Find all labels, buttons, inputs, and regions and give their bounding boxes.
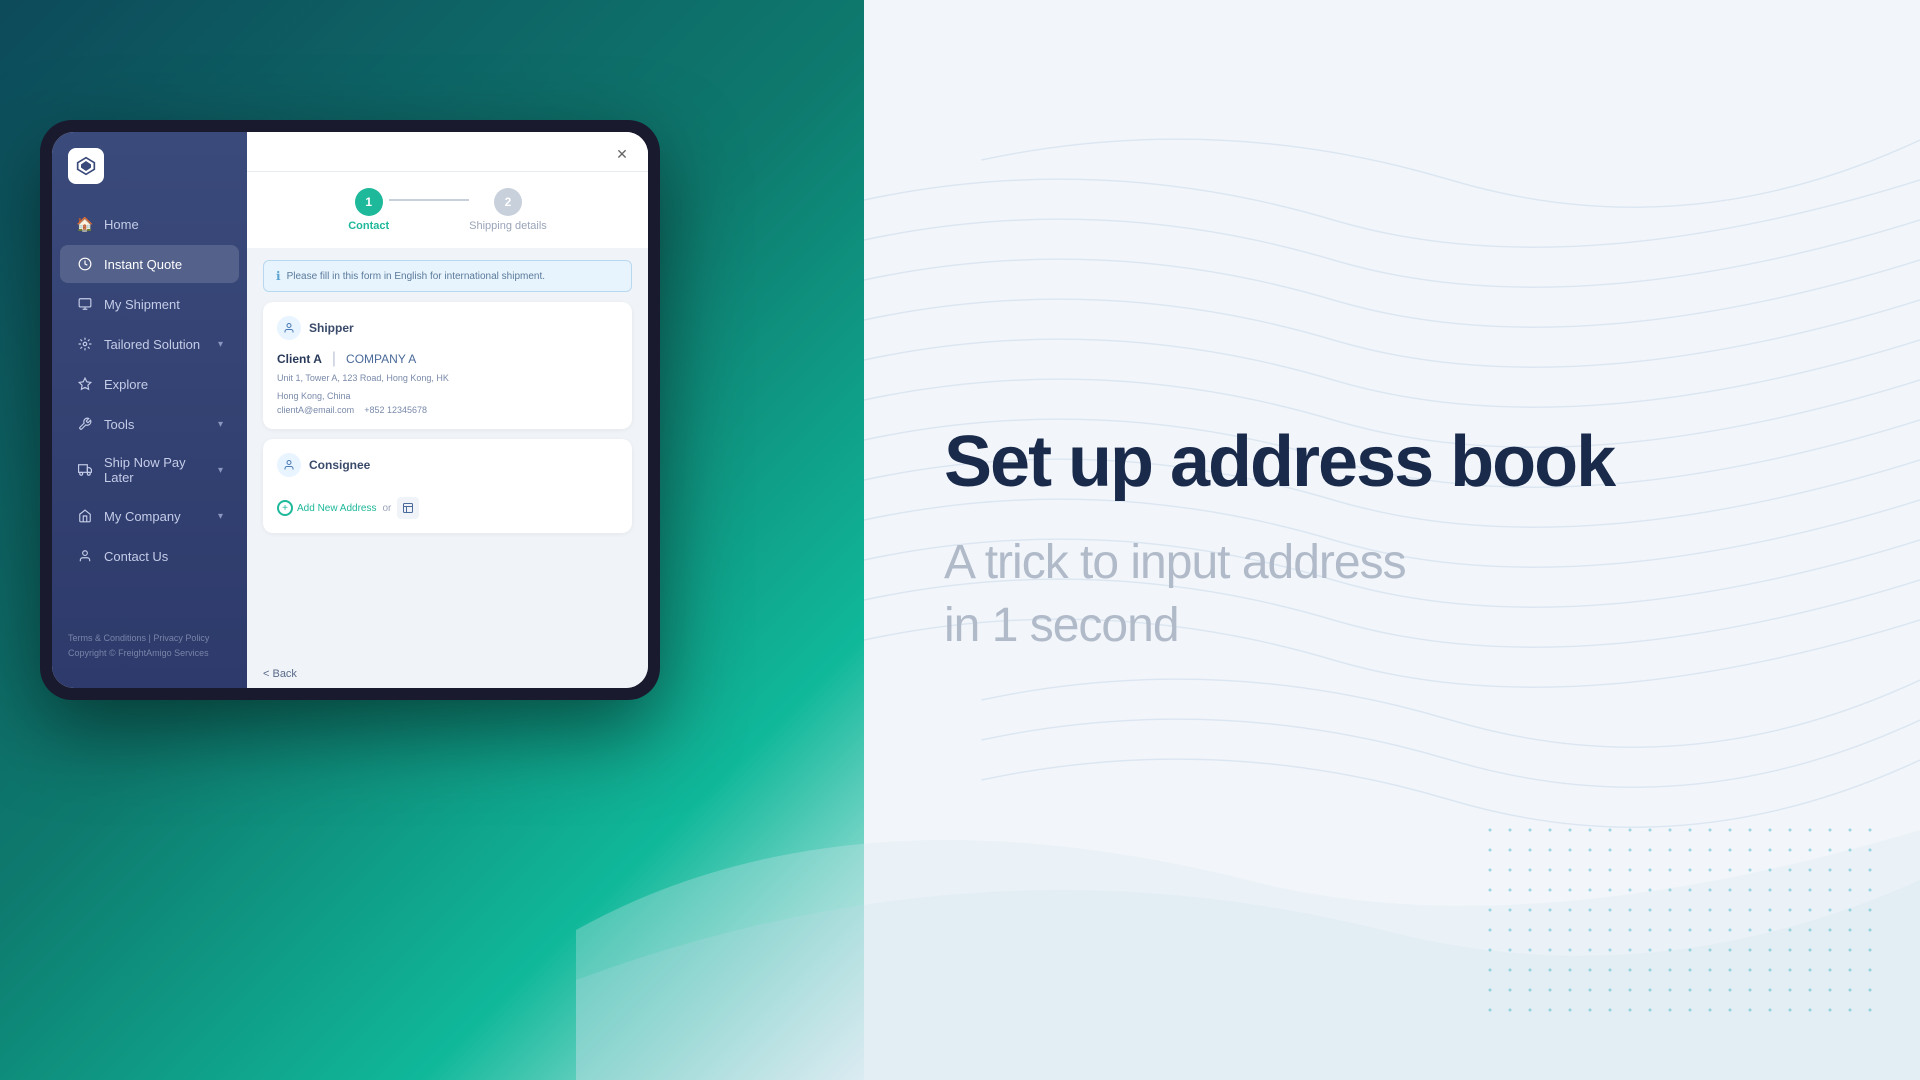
- tablet-container: ✕ 🏠 Home: [40, 120, 660, 700]
- copyright-text: Copyright © FreightAmigo Services: [68, 646, 231, 660]
- tablet-device: ✕ 🏠 Home: [40, 120, 660, 700]
- tailored-solution-icon: [76, 335, 94, 353]
- tools-icon: [76, 415, 94, 433]
- terms-link[interactable]: Terms & Conditions: [68, 633, 146, 643]
- sidebar-item-label: Ship Now Pay Later: [104, 455, 208, 485]
- sidebar-item-instant-quote[interactable]: Instant Quote: [60, 245, 239, 283]
- sidebar-item-ship-now-pay-later[interactable]: Ship Now Pay Later ▾: [60, 445, 239, 495]
- add-icon: +: [277, 500, 293, 516]
- my-shipment-icon: [76, 295, 94, 313]
- instant-quote-icon: [76, 255, 94, 273]
- client-name: Client A: [277, 352, 322, 366]
- step-1: 1 Contact: [348, 188, 389, 232]
- step-1-label: Contact: [348, 220, 389, 232]
- main-content: 1 Contact 2 Shipping details: [247, 132, 648, 688]
- explore-icon: [76, 375, 94, 393]
- sidebar-item-home[interactable]: 🏠 Home: [60, 205, 239, 243]
- shipper-email: clientA@email.com: [277, 405, 354, 415]
- privacy-link[interactable]: Privacy Policy: [153, 633, 209, 643]
- consignee-card: Consignee + Add New Address or: [263, 439, 632, 533]
- shipper-details: Client A | COMPANY A Unit 1, Tower A, 12…: [277, 350, 618, 415]
- my-company-icon: [76, 507, 94, 525]
- top-bar: [247, 132, 648, 172]
- form-area: ℹ Please fill in this form in English fo…: [247, 248, 648, 660]
- contact-us-icon: [76, 547, 94, 565]
- step-2: 2 Shipping details: [469, 188, 547, 232]
- tablet-screen: ✕ 🏠 Home: [52, 132, 648, 688]
- right-panel: Set up address book A trick to input add…: [864, 0, 1920, 1080]
- home-icon: 🏠: [76, 215, 94, 233]
- step-connector: [389, 199, 469, 201]
- info-banner-text: Please fill in this form in English for …: [287, 271, 545, 282]
- add-address-row: + Add New Address or: [277, 497, 618, 519]
- shipper-address-line1: Unit 1, Tower A, 123 Road, Hong Kong, HK: [277, 372, 618, 386]
- company-name: COMPANY A: [346, 352, 416, 366]
- sidebar-item-label: Contact Us: [104, 549, 168, 564]
- shipper-phone: +852 12345678: [364, 405, 427, 415]
- logo-icon: [68, 148, 104, 184]
- ship-now-icon: [76, 461, 94, 479]
- chevron-icon: ▾: [218, 339, 223, 350]
- sidebar-item-label: Tailored Solution: [104, 337, 200, 352]
- sidebar-logo: [52, 148, 247, 204]
- sidebar-item-label: My Shipment: [104, 297, 180, 312]
- shipper-card: Shipper Client A | COMPANY A Unit 1, Tow…: [263, 302, 632, 429]
- sidebar-item-label: Explore: [104, 377, 148, 392]
- consignee-title: Consignee: [309, 458, 370, 472]
- info-banner: ℹ Please fill in this form in English fo…: [263, 260, 632, 292]
- sidebar-item-my-company[interactable]: My Company ▾: [60, 497, 239, 535]
- back-button[interactable]: < Back: [247, 660, 648, 688]
- chevron-icon: ▾: [218, 465, 223, 476]
- step-1-circle: 1: [355, 188, 383, 216]
- sidebar-item-label: Home: [104, 217, 139, 232]
- shipper-contact: clientA@email.com +852 12345678: [277, 405, 618, 415]
- shipper-card-header: Shipper: [277, 316, 618, 340]
- sidebar-navigation: 🏠 Home Instant Quote: [52, 204, 247, 619]
- close-button[interactable]: ✕: [612, 144, 632, 164]
- chevron-icon: ▾: [218, 419, 223, 430]
- shipper-address-line2: Hong Kong, China: [277, 390, 618, 404]
- step-2-label: Shipping details: [469, 220, 547, 232]
- sidebar-item-tailored-solution[interactable]: Tailored Solution ▾: [60, 325, 239, 363]
- back-label: < Back: [263, 668, 297, 680]
- step-2-circle: 2: [494, 188, 522, 216]
- add-address-button[interactable]: + Add New Address: [277, 500, 377, 516]
- sidebar-item-label: Instant Quote: [104, 257, 182, 272]
- add-address-label: Add New Address: [297, 503, 377, 514]
- sidebar-footer: Terms & Conditions | Privacy Policy Copy…: [52, 619, 247, 672]
- shipper-title: Shipper: [309, 321, 354, 335]
- stepper: 1 Contact 2 Shipping details: [247, 172, 648, 248]
- sub-headline: A trick to input address in 1 second: [944, 532, 1840, 657]
- sidebar-item-label: My Company: [104, 509, 181, 524]
- sidebar-item-my-shipment[interactable]: My Shipment: [60, 285, 239, 323]
- consignee-icon: [277, 453, 301, 477]
- info-icon: ℹ: [276, 269, 281, 283]
- sidebar-item-tools[interactable]: Tools ▾: [60, 405, 239, 443]
- import-button[interactable]: [397, 497, 419, 519]
- chevron-icon: ▾: [218, 511, 223, 522]
- or-text: or: [383, 503, 392, 514]
- main-headline: Set up address book: [944, 423, 1840, 502]
- shipper-icon: [277, 316, 301, 340]
- sidebar-item-contact-us[interactable]: Contact Us: [60, 537, 239, 575]
- sidebar-item-explore[interactable]: Explore: [60, 365, 239, 403]
- sidebar: 🏠 Home Instant Quote: [52, 132, 247, 688]
- consignee-card-header: Consignee: [277, 453, 618, 477]
- sidebar-item-label: Tools: [104, 417, 134, 432]
